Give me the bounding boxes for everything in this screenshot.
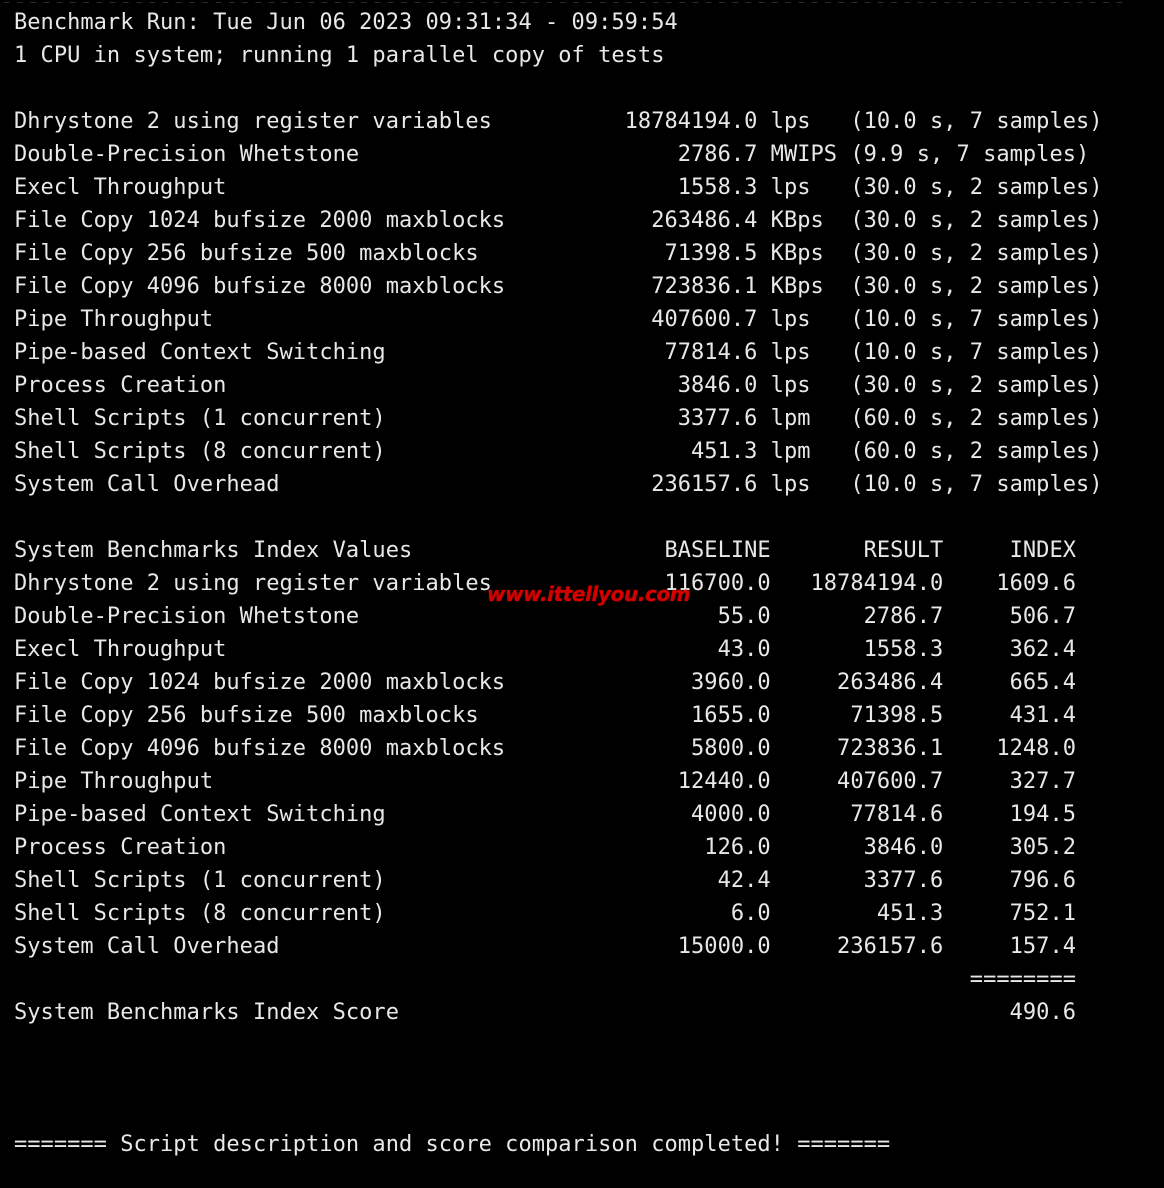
benchmark-result-row: Shell Scripts (8 concurrent) 451.3 lpm (…	[14, 439, 1103, 464]
top-divider: ----------------------------------------…	[0, 0, 1164, 3]
index-values-block: Dhrystone 2 using register variables 116…	[14, 567, 1154, 963]
benchmark-result-row: System Call Overhead 236157.6 lps (10.0 …	[14, 472, 1103, 497]
index-value-row: Pipe-based Context Switching 4000.0 7781…	[14, 802, 1077, 827]
benchmark-result-row: File Copy 1024 bufsize 2000 maxblocks 26…	[14, 208, 1103, 233]
index-value-row: System Call Overhead 15000.0 236157.6 15…	[14, 934, 1077, 959]
completed-line: ======= Script description and score com…	[14, 1132, 891, 1157]
index-value-row: Double-Precision Whetstone 55.0 2786.7 5…	[14, 604, 1077, 629]
benchmark-result-row: Execl Throughput 1558.3 lps (30.0 s, 2 s…	[14, 175, 1103, 200]
index-score-line: System Benchmarks Index Score 490.6	[14, 1000, 1077, 1025]
terminal-output: Benchmark Run: Tue Jun 06 2023 09:31:34 …	[14, 6, 1154, 1161]
benchmark-result-row: Pipe Throughput 407600.7 lps (10.0 s, 7 …	[14, 307, 1103, 332]
benchmark-result-row: File Copy 4096 bufsize 8000 maxblocks 72…	[14, 274, 1103, 299]
benchmark-result-row: Process Creation 3846.0 lps (30.0 s, 2 s…	[14, 373, 1103, 398]
benchmark-result-row: Shell Scripts (1 concurrent) 3377.6 lpm …	[14, 406, 1103, 431]
benchmark-result-row: Double-Precision Whetstone 2786.7 MWIPS …	[14, 142, 1090, 167]
benchmark-result-row: Dhrystone 2 using register variables 187…	[14, 109, 1103, 134]
index-value-row: File Copy 4096 bufsize 8000 maxblocks 58…	[14, 736, 1077, 761]
index-table-header: System Benchmarks Index Values BASELINE …	[14, 538, 1077, 563]
index-value-row: File Copy 256 bufsize 500 maxblocks 1655…	[14, 703, 1077, 728]
index-value-row: Shell Scripts (8 concurrent) 6.0 451.3 7…	[14, 901, 1077, 926]
index-value-row: Execl Throughput 43.0 1558.3 362.4	[14, 637, 1077, 662]
blank-line-3	[14, 1029, 1154, 1062]
benchmark-run-line: Benchmark Run: Tue Jun 06 2023 09:31:34 …	[14, 10, 678, 35]
blank-line-2	[14, 501, 1154, 534]
benchmark-result-row: File Copy 256 bufsize 500 maxblocks 7139…	[14, 241, 1103, 266]
terminal-window: ----------------------------------------…	[0, 0, 1164, 1188]
benchmark-result-row: Pipe-based Context Switching 77814.6 lps…	[14, 340, 1103, 365]
index-value-row: Process Creation 126.0 3846.0 305.2	[14, 835, 1077, 860]
blank-line-4	[14, 1062, 1154, 1095]
index-value-row: Pipe Throughput 12440.0 407600.7 327.7	[14, 769, 1077, 794]
top-divider-text: ----------------------------------------…	[0, 0, 1164, 3]
blank-line-1	[14, 72, 1154, 105]
blank-line-5	[14, 1095, 1154, 1128]
index-value-row: File Copy 1024 bufsize 2000 maxblocks 39…	[14, 670, 1077, 695]
index-value-row: Dhrystone 2 using register variables 116…	[14, 571, 1077, 596]
index-separator-line: ========	[14, 967, 1077, 992]
index-value-row: Shell Scripts (1 concurrent) 42.4 3377.6…	[14, 868, 1077, 893]
cpu-info-line: 1 CPU in system; running 1 parallel copy…	[14, 43, 665, 68]
benchmark-results-block: Dhrystone 2 using register variables 187…	[14, 105, 1154, 501]
